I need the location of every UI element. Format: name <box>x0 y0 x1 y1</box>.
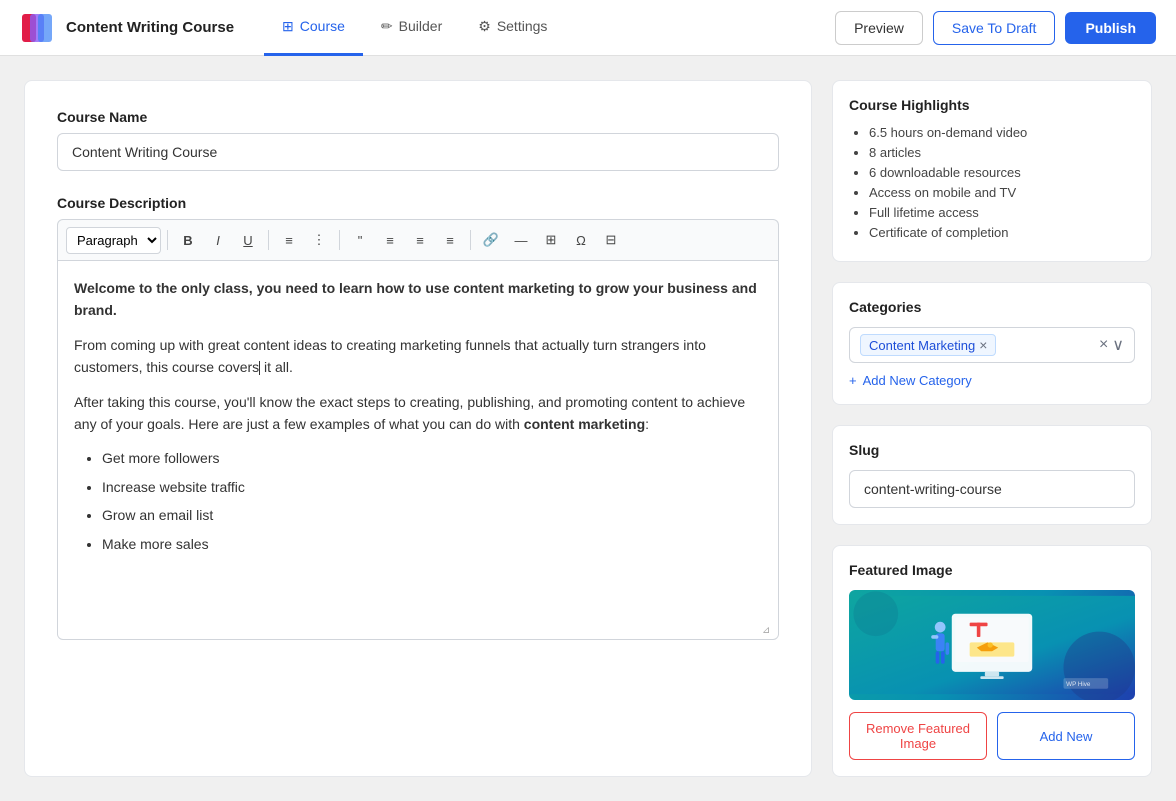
toolbar-divider-3 <box>339 230 340 250</box>
builder-icon: ✏ <box>381 18 393 35</box>
sidebar: Course Highlights 6.5 hours on-demand vi… <box>832 80 1152 777</box>
hr-button[interactable]: — <box>507 226 535 254</box>
course-icon: ⊞ <box>282 18 294 35</box>
highlight-item: 6.5 hours on-demand video <box>869 125 1135 140</box>
publish-button[interactable]: Publish <box>1065 12 1156 44</box>
editor-toolbar: Paragraph B I U ≡ ⋮ " ≡ ≡ ≡ 🔗 — ⊞ Ω ⊟ <box>57 219 779 260</box>
list-item: Increase website traffic <box>102 476 762 498</box>
align-center-button[interactable]: ≡ <box>406 226 434 254</box>
nav-settings[interactable]: ⚙ Settings <box>460 0 565 56</box>
editor-body[interactable]: Welcome to the only class, you need to l… <box>57 260 779 640</box>
paragraph-select[interactable]: Paragraph <box>66 227 161 254</box>
align-right-button[interactable]: ≡ <box>436 226 464 254</box>
logo-area: Content Writing Course <box>20 10 234 46</box>
table-button[interactable]: ⊞ <box>537 226 565 254</box>
main-nav: ⊞ Course ✏ Builder ⚙ Settings <box>264 0 835 56</box>
editor-list: Get more followers Increase website traf… <box>102 447 762 555</box>
preview-button[interactable]: Preview <box>835 11 923 45</box>
toolbar-divider-4 <box>470 230 471 250</box>
editor-paragraph-1: From coming up with great content ideas … <box>74 334 762 379</box>
nav-course[interactable]: ⊞ Course <box>264 0 363 56</box>
remove-category-button[interactable]: × <box>979 337 987 353</box>
toolbar-divider-1 <box>167 230 168 250</box>
ordered-list-button[interactable]: ⋮ <box>305 226 333 254</box>
categories-title: Categories <box>849 299 1135 315</box>
highlights-list: 6.5 hours on-demand video 8 articles 6 d… <box>849 125 1135 240</box>
grid-button[interactable]: ⊟ <box>597 226 625 254</box>
featured-image-actions: Remove Featured Image Add New <box>849 712 1135 760</box>
topbar-actions: Preview Save To Draft Publish <box>835 11 1156 45</box>
categories-panel: Categories Content Marketing × × ∨ + Add… <box>832 282 1152 405</box>
highlight-item: 8 articles <box>869 145 1135 160</box>
highlight-item: 6 downloadable resources <box>869 165 1135 180</box>
settings-icon: ⚙ <box>478 18 491 35</box>
blockquote-button[interactable]: " <box>346 226 374 254</box>
resize-handle[interactable]: ⊿ <box>762 623 774 635</box>
save-draft-button[interactable]: Save To Draft <box>933 11 1056 45</box>
categories-actions: × ∨ <box>1099 335 1124 355</box>
slug-panel: Slug <box>832 425 1152 525</box>
remove-featured-image-button[interactable]: Remove Featured Image <box>849 712 987 760</box>
featured-image-panel: Featured Image <box>832 545 1152 777</box>
app-logo <box>20 10 56 46</box>
editor-intro-bold: Welcome to the only class, you need to l… <box>74 277 762 322</box>
add-new-image-button[interactable]: Add New <box>997 712 1135 760</box>
add-category-button[interactable]: + Add New Category <box>849 373 1135 388</box>
content-area: Course Name Course Description Paragraph… <box>24 80 812 777</box>
highlights-title: Course Highlights <box>849 97 1135 113</box>
main-layout: Course Name Course Description Paragraph… <box>0 56 1176 801</box>
course-description-label: Course Description <box>57 195 779 211</box>
slug-input[interactable] <box>849 470 1135 508</box>
bold-button[interactable]: B <box>174 226 202 254</box>
highlight-item: Full lifetime access <box>869 205 1135 220</box>
clear-categories-button[interactable]: × <box>1099 336 1108 354</box>
plus-icon: + <box>849 373 857 388</box>
categories-chevron-button[interactable]: ∨ <box>1112 335 1124 355</box>
svg-text:WP Hive: WP Hive <box>1066 681 1091 688</box>
course-description-group: Course Description Paragraph B I U ≡ ⋮ "… <box>57 195 779 640</box>
highlight-item: Certificate of completion <box>869 225 1135 240</box>
nav-builder[interactable]: ✏ Builder <box>363 0 460 56</box>
editor-paragraph-2: After taking this course, you'll know th… <box>74 391 762 436</box>
featured-image-title: Featured Image <box>849 562 1135 578</box>
category-tag: Content Marketing × <box>860 334 996 356</box>
topbar: Content Writing Course ⊞ Course ✏ Builde… <box>0 0 1176 56</box>
special-char-button[interactable]: Ω <box>567 226 595 254</box>
highlight-item: Access on mobile and TV <box>869 185 1135 200</box>
align-left-button[interactable]: ≡ <box>376 226 404 254</box>
course-name-label: Course Name <box>57 109 779 125</box>
featured-image-svg: WP Hive <box>849 590 1135 700</box>
highlights-panel: Course Highlights 6.5 hours on-demand vi… <box>832 80 1152 262</box>
course-name-input[interactable] <box>57 133 779 171</box>
underline-button[interactable]: U <box>234 226 262 254</box>
featured-image-preview: WP Hive <box>849 590 1135 700</box>
list-item: Make more sales <box>102 533 762 555</box>
unordered-list-button[interactable]: ≡ <box>275 226 303 254</box>
list-item: Get more followers <box>102 447 762 469</box>
slug-title: Slug <box>849 442 1135 458</box>
link-button[interactable]: 🔗 <box>477 226 505 254</box>
course-name-group: Course Name <box>57 109 779 171</box>
toolbar-divider-2 <box>268 230 269 250</box>
list-item: Grow an email list <box>102 504 762 526</box>
categories-input-wrap[interactable]: Content Marketing × × ∨ <box>849 327 1135 363</box>
app-title: Content Writing Course <box>66 19 234 36</box>
italic-button[interactable]: I <box>204 226 232 254</box>
